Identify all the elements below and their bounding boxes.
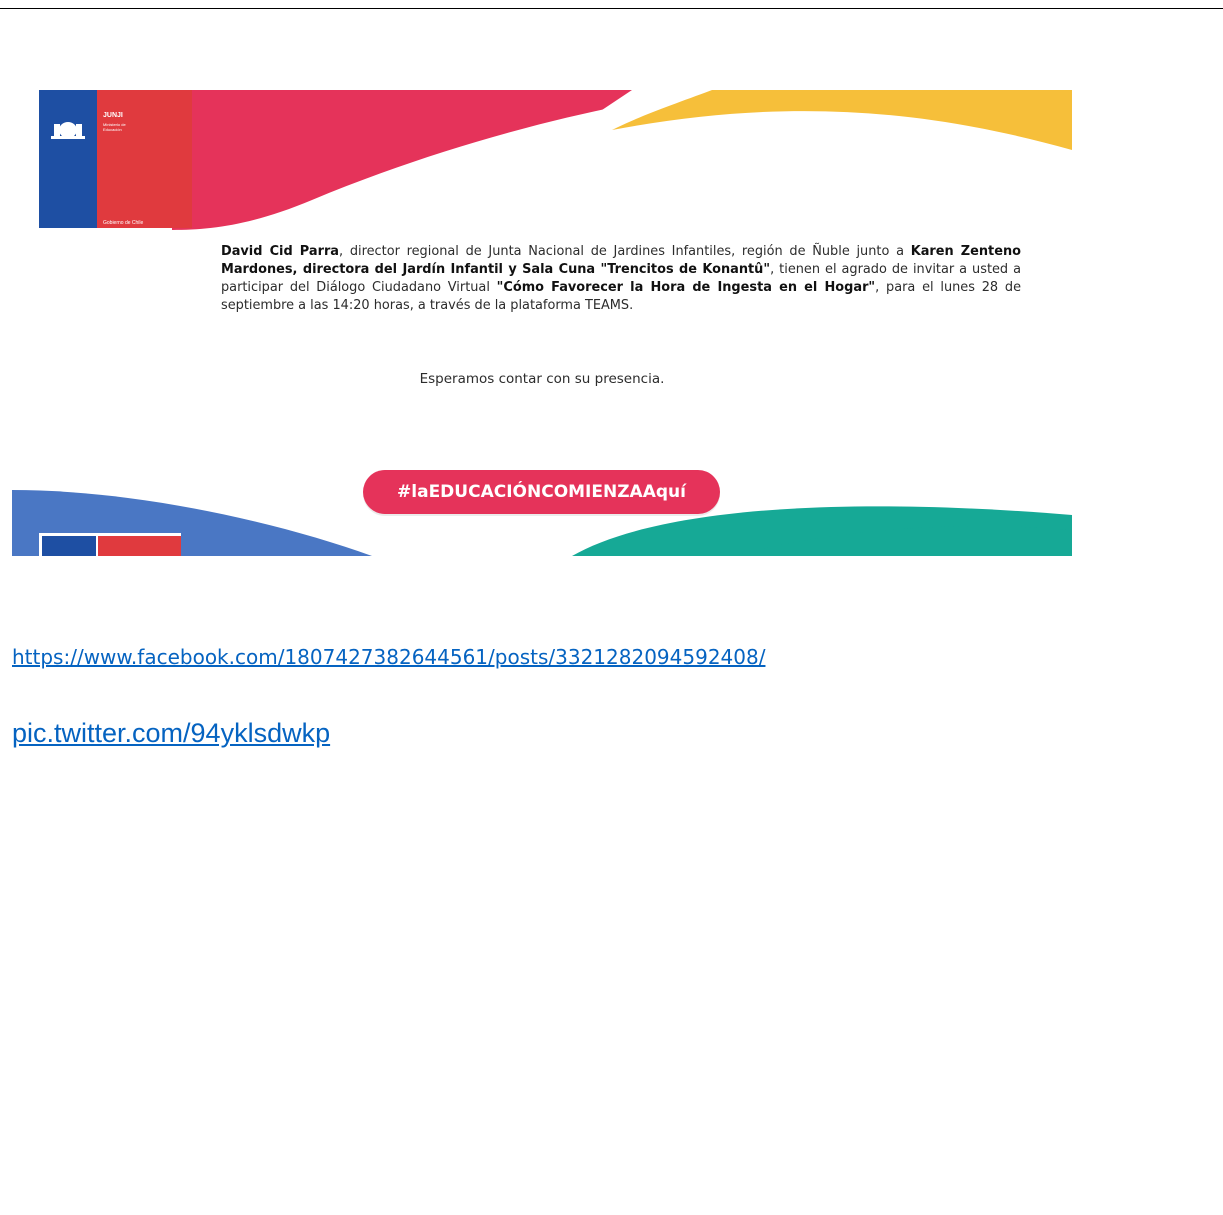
- logo-agency: JUNJI: [103, 112, 123, 119]
- coat-of-arms-icon: [51, 122, 85, 139]
- logo-government: Gobierno de Chile: [103, 220, 144, 226]
- host-name: David Cid Parra: [221, 244, 340, 259]
- twitter-link[interactable]: pic.twitter.com/94yklsdwkp: [12, 718, 330, 749]
- hashtag-badge: #laEDUCACIÓNCOMIENZAAquí: [363, 470, 720, 514]
- logo-red-band: [97, 90, 192, 228]
- invitation-image: JUNJI Ministerio de Educación Gobierno d…: [12, 90, 1072, 556]
- closing-line: Esperamos contar con su presencia.: [419, 371, 665, 387]
- host-role: , director regional de Junta Nacional de…: [339, 244, 911, 259]
- event-title: "Cómo Favorecer la Hora de Ingesta en el…: [496, 280, 876, 295]
- bottom-flag-logo: [39, 533, 181, 556]
- facebook-link[interactable]: https://www.facebook.com/180742738264456…: [12, 645, 765, 669]
- government-logo: JUNJI Ministerio de Educación Gobierno d…: [39, 90, 192, 228]
- logo-blue-band: [39, 90, 97, 228]
- page-top-border: [0, 8, 1223, 9]
- invitation-paragraph: David Cid Parra, director regional de Ju…: [221, 243, 1021, 315]
- logo-ministry: Ministerio de Educación: [103, 122, 126, 132]
